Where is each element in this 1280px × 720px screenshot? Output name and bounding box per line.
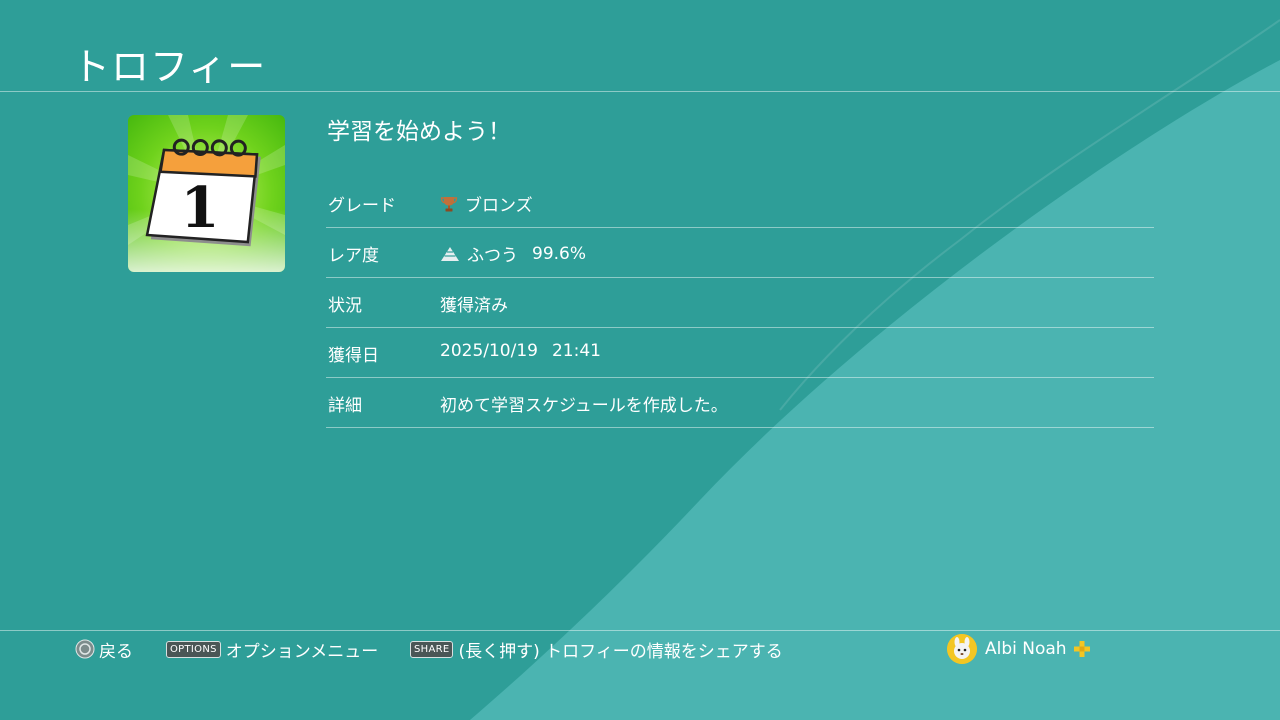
user-profile[interactable]: Albi Noah <box>947 633 1091 665</box>
detail-label: 状況 <box>328 296 362 316</box>
detail-label: レア度 <box>328 246 379 266</box>
page-title: トロフィー <box>72 45 267 89</box>
rarity-pyramid-icon <box>441 246 459 261</box>
header-divider <box>0 91 1280 92</box>
back-label: 戻る <box>99 641 133 662</box>
detail-row-description: 詳細 初めて学習スケジュールを作成した。 <box>326 378 1154 428</box>
description-value: 初めて学習スケジュールを作成した。 <box>440 396 728 416</box>
playstation-plus-icon <box>1073 641 1090 657</box>
trophy-details-table: グレード ブロンズ レア度 ふつう 99.6% 状況 獲得済み 獲得日 2025… <box>326 178 1154 428</box>
detail-label: 詳細 <box>328 396 362 416</box>
detail-label: 獲得日 <box>328 346 379 366</box>
trophy-image: 1 <box>128 115 285 272</box>
earned-date: 2025/10/19 <box>440 341 538 361</box>
share-key-icon: SHARE <box>410 640 454 658</box>
button-guide-bar: 戻る OPTIONS オプションメニュー SHARE (長く押す) トロフィーの… <box>0 633 1280 665</box>
options-button[interactable]: OPTIONS オプションメニュー <box>166 636 378 662</box>
options-key-icon: OPTIONS <box>166 640 221 658</box>
rarity-percent: 99.6% <box>532 243 587 264</box>
bronze-trophy-icon <box>440 196 458 211</box>
status-value: 獲得済み <box>440 296 508 316</box>
detail-row-rarity: レア度 ふつう 99.6% <box>326 228 1154 278</box>
calendar-number: 1 <box>181 175 220 241</box>
detail-row-earned-date: 獲得日 2025/10/19 21:41 <box>326 328 1154 378</box>
detail-label: グレード <box>328 196 396 216</box>
share-label: (長く押す) トロフィーの情報をシェアする <box>458 641 783 662</box>
share-button[interactable]: SHARE (長く押す) トロフィーの情報をシェアする <box>410 636 783 662</box>
trophy-detail-screen: トロフィー 1 学習を始めよう！ グレード ブロンズ レア度 ふつう 99.6%… <box>0 0 1280 720</box>
earned-time: 21:41 <box>551 341 601 361</box>
trophy-name: 学習を始めよう！ <box>327 119 511 145</box>
user-name: Albi Noah <box>985 639 1067 659</box>
detail-row-grade: グレード ブロンズ <box>326 178 1154 228</box>
rarity-value: ふつう <box>467 246 518 266</box>
options-label: オプションメニュー <box>225 641 379 662</box>
calendar-icon: 1 <box>128 115 285 272</box>
grade-value: ブロンズ <box>465 196 533 216</box>
circle-button-icon <box>75 639 95 659</box>
detail-row-status: 状況 獲得済み <box>326 278 1154 328</box>
avatar <box>947 634 977 664</box>
back-button[interactable]: 戻る <box>75 636 133 662</box>
footer-divider <box>0 630 1280 631</box>
